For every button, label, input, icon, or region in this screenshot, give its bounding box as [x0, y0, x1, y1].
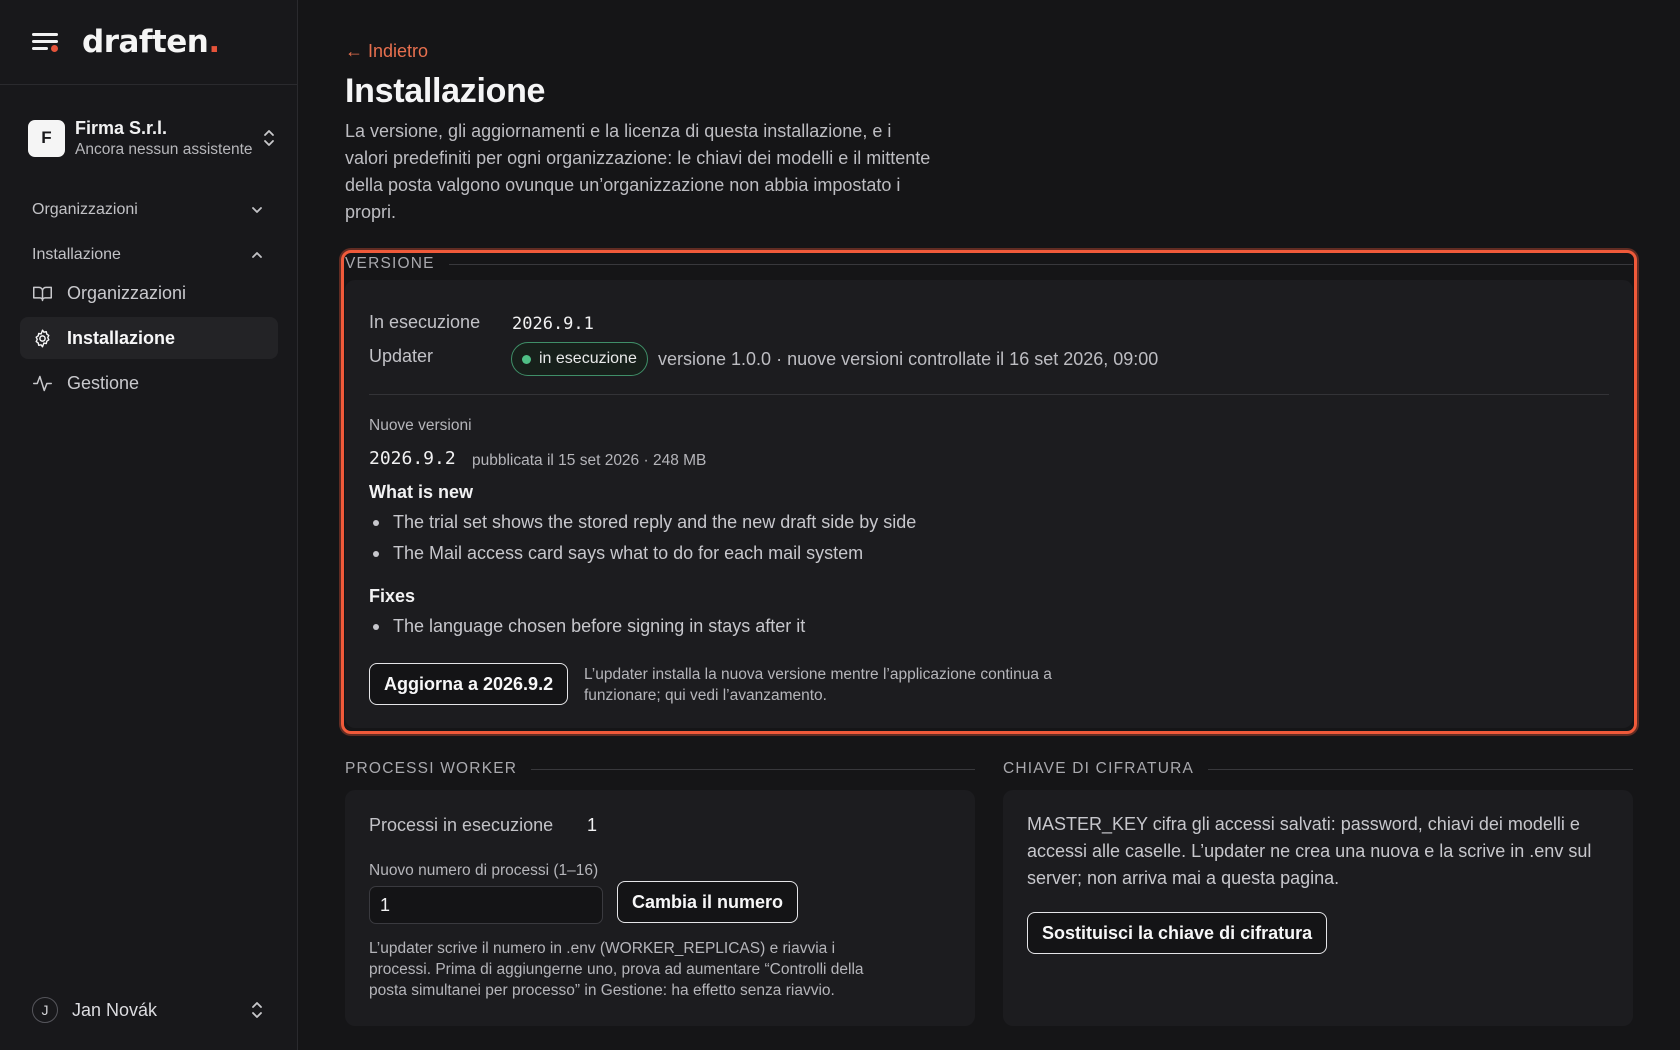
chevron-down-icon [252, 207, 262, 213]
new-version-number: 2026.9.2 [369, 448, 456, 469]
sidebar-item-organizzazioni[interactable]: Organizzazioni [20, 272, 278, 314]
workers-card: Processi in esecuzione 1 Nuovo numero di… [345, 790, 975, 1026]
divider [369, 394, 1609, 395]
nav-section-label: Installazione [32, 246, 121, 263]
page-title: Installazione [345, 72, 546, 110]
user-menu[interactable]: J Jan Novák [32, 995, 264, 1025]
avatar: J [32, 997, 58, 1023]
activity-icon [33, 375, 52, 391]
new-count-label: Nuovo numero di processi (1–16) [369, 862, 599, 879]
list-item: The trial set shows the stored reply and… [369, 507, 916, 538]
org-avatar: F [28, 119, 65, 157]
list-item: The Mail access card says what to do for… [369, 538, 916, 569]
chevron-up-icon [252, 252, 262, 258]
status-badge: in esecuzione [511, 342, 648, 376]
logo[interactable]: draften. [82, 24, 220, 60]
running-processes-label: Processi in esecuzione [369, 815, 554, 835]
sidebar: draften. F Firma S.r.l. Ancora nessun as… [0, 0, 298, 1050]
chevron-up-down-icon [252, 1002, 262, 1018]
nav-section-installazione[interactable]: Installazione [32, 242, 264, 268]
section-label-processi-worker: PROCESSI WORKER [345, 760, 975, 778]
version-card: In esecuzione 2026.9.1 Updater in esecuz… [345, 280, 1633, 728]
nav-section-organizzazioni[interactable]: Organizzazioni [32, 197, 264, 223]
updater-info: versione 1.0.0 · nuove versioni controll… [658, 349, 1159, 369]
encryption-card: MASTER_KEY cifra gli accessi salvati: pa… [1003, 790, 1633, 1026]
status-dot-icon [522, 354, 531, 364]
process-count-input[interactable] [369, 886, 603, 924]
change-count-button[interactable]: Cambia il numero [617, 881, 799, 923]
fixes-list: The language chosen before signing in st… [369, 611, 805, 642]
page-description: La versione, gli aggiornamenti e la lice… [345, 121, 931, 222]
update-button[interactable]: Aggiorna a 2026.9.2 [369, 663, 569, 705]
sidebar-item-label: Organizzazioni [67, 282, 187, 303]
list-item: The language chosen before signing in st… [369, 611, 805, 642]
sidebar-item-gestione[interactable]: Gestione [20, 362, 278, 404]
org-name: Firma S.r.l. [75, 117, 168, 138]
gear-icon [35, 328, 50, 348]
nav-section-label: Organizzazioni [32, 201, 138, 218]
updater-label: Updater [369, 346, 434, 366]
user-name: Jan Novák [72, 999, 158, 1020]
running-version-value: 2026.9.1 [512, 314, 594, 334]
replace-key-button[interactable]: Sostituisci la chiave di cifratura [1027, 912, 1328, 954]
running-version-label: In esecuzione [369, 312, 481, 332]
back-link[interactable]: ← Indietro [345, 41, 428, 62]
org-subtitle: Ancora nessun assistente [75, 140, 253, 158]
chevron-up-down-icon [264, 130, 274, 146]
new-version-meta: pubblicata il 15 set 2026 · 248 MB [472, 452, 707, 469]
org-switcher[interactable]: F Firma S.r.l. Ancora nessun assistente [28, 117, 276, 159]
whats-new-list: The trial set shows the stored reply and… [369, 507, 916, 569]
new-versions-label: Nuove versioni [369, 417, 472, 434]
workers-note: L’updater scrive il numero in .env (WORK… [369, 940, 864, 999]
whats-new-title: What is new [369, 482, 474, 502]
running-processes-value: 1 [587, 815, 598, 835]
menu-icon[interactable] [32, 30, 60, 54]
sidebar-item-installazione[interactable]: Installazione [20, 317, 278, 359]
sidebar-item-label: Installazione [67, 327, 176, 348]
book-icon [33, 286, 52, 301]
update-note: L’updater installa la nuova versione men… [584, 666, 1052, 704]
section-label-chiave-cifratura: CHIAVE DI CIFRATURA [1003, 760, 1633, 778]
encryption-description: MASTER_KEY cifra gli accessi salvati: pa… [1027, 814, 1592, 888]
brand-row: draften. [0, 0, 297, 85]
fixes-title: Fixes [369, 586, 416, 606]
sidebar-item-label: Gestione [67, 372, 140, 393]
section-label-versione: VERSIONE [345, 255, 1633, 273]
